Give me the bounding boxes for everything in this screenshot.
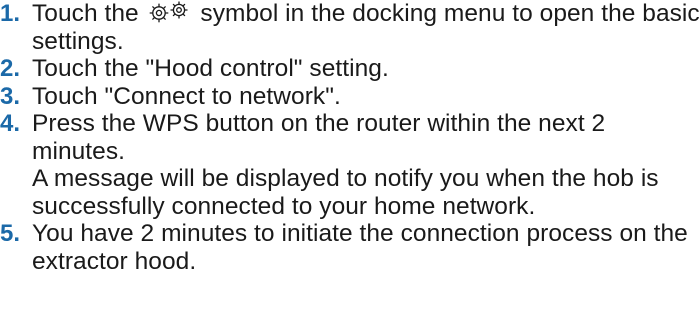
step-text: Touch the "Hood control" setting. [32,55,389,82]
settings-gears-icon [148,1,192,23]
step-text: You have 2 minutes to initiate the conne… [32,220,688,275]
step-1: 1. Touch the symbol in the docking menu … [0,0,700,55]
step-number: 5. [0,220,21,247]
step-number: 3. [0,82,21,110]
step-note: A message will be displayed to notify yo… [32,165,659,220]
step-text-before-icon: Touch the [32,0,139,27]
step-number: 1. [0,0,21,27]
step-3: 3. Touch "Connect to network". [0,83,700,111]
step-4: 4. Press the WPS button on the router wi… [0,110,700,220]
step-number: 4. [0,110,21,137]
step-text: Touch "Connect to network". [32,82,341,110]
instruction-steps: 1. Touch the symbol in the docking menu … [0,0,700,275]
step-5: 5. You have 2 minutes to initiate the co… [0,220,700,275]
step-number: 2. [0,55,21,82]
step-text: Press the WPS button on the router withi… [32,110,606,165]
instruction-document: 1. Touch the symbol in the docking menu … [0,0,700,327]
step-text: Touch the symbol in the docking menu to … [32,0,700,55]
step-2: 2. Touch the "Hood control" setting. [0,55,700,83]
